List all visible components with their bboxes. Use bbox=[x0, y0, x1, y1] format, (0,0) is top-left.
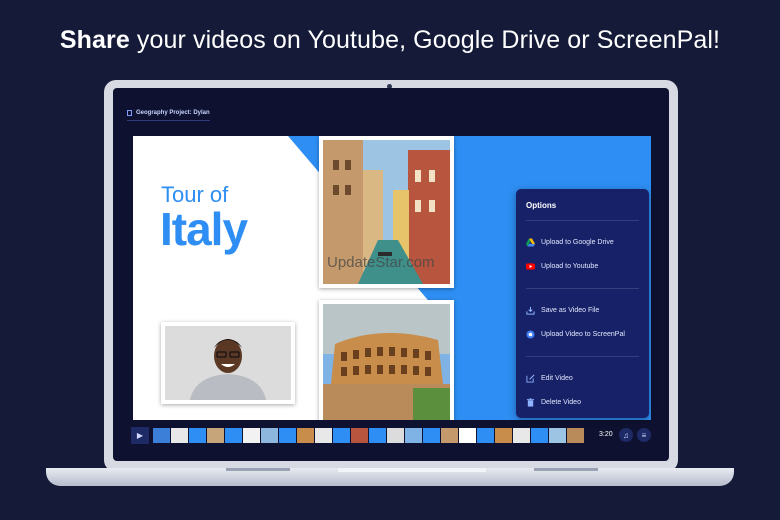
colosseum-photo bbox=[319, 300, 454, 420]
menu-item-save-video-file[interactable]: Save as Video File bbox=[526, 298, 639, 322]
menu-item-label: Upload to Google Drive bbox=[541, 238, 614, 246]
play-button[interactable]: ▶ bbox=[131, 427, 149, 444]
menu-item-edit-video[interactable]: Edit Video bbox=[526, 366, 639, 390]
hinge-left bbox=[226, 468, 290, 471]
divider bbox=[526, 220, 639, 221]
video-duration: 3:20 bbox=[599, 431, 613, 438]
menu-item-label: Edit Video bbox=[541, 374, 573, 382]
document-icon bbox=[127, 110, 132, 116]
menu-item-label: Delete Video bbox=[541, 398, 581, 406]
divider bbox=[526, 356, 639, 357]
youtube-icon bbox=[526, 262, 535, 270]
headline-rest: your videos on Youtube, Google Drive or … bbox=[129, 26, 721, 54]
menu-item-label: Save as Video File bbox=[541, 306, 600, 314]
google-drive-icon bbox=[526, 237, 535, 247]
timeline-menu-button[interactable]: ≡ bbox=[637, 428, 651, 442]
project-title-text: Geography Project: Dylan bbox=[136, 110, 210, 116]
laptop-base bbox=[46, 468, 734, 486]
app-screen: Geography Project: Dylan Tour of Italy U… bbox=[113, 88, 669, 461]
menu-item-label: Upload to Youtube bbox=[541, 262, 599, 270]
download-icon bbox=[526, 306, 535, 315]
screenpal-icon bbox=[526, 329, 535, 339]
headline-bold: Share bbox=[59, 26, 130, 54]
menu-item-label: Upload Video to ScreenPal bbox=[541, 330, 625, 338]
menu-icon: ≡ bbox=[641, 430, 647, 440]
trackpad-notch bbox=[338, 468, 486, 472]
options-menu: Options Upload to Google Drive Upload to… bbox=[516, 189, 649, 418]
divider bbox=[526, 288, 639, 289]
webcam-overlay[interactable] bbox=[161, 322, 295, 404]
slide-title: Italy bbox=[160, 203, 248, 255]
menu-item-delete-video[interactable]: Delete Video bbox=[526, 390, 639, 414]
hinge-right bbox=[534, 468, 598, 471]
project-title: Geography Project: Dylan bbox=[127, 110, 210, 121]
trash-icon bbox=[526, 397, 535, 407]
menu-item-upload-youtube[interactable]: Upload to Youtube bbox=[526, 254, 639, 278]
music-note-icon: ♫ bbox=[623, 430, 629, 440]
timeline-strip[interactable] bbox=[153, 428, 585, 443]
menu-item-upload-screenpal[interactable]: Upload Video to ScreenPal bbox=[526, 322, 639, 346]
timeline-bar: ▶ 3:20 ♫ ≡ bbox=[131, 427, 653, 444]
edit-icon bbox=[526, 374, 535, 383]
options-title: Options bbox=[526, 201, 557, 210]
menu-item-upload-google-drive[interactable]: Upload to Google Drive bbox=[526, 230, 639, 254]
watermark: UpdateStar.com bbox=[327, 254, 435, 271]
music-button[interactable]: ♫ bbox=[619, 428, 633, 442]
page-headline: Share your videos on Youtube, Google Dri… bbox=[0, 26, 780, 55]
play-icon: ▶ bbox=[136, 431, 144, 440]
